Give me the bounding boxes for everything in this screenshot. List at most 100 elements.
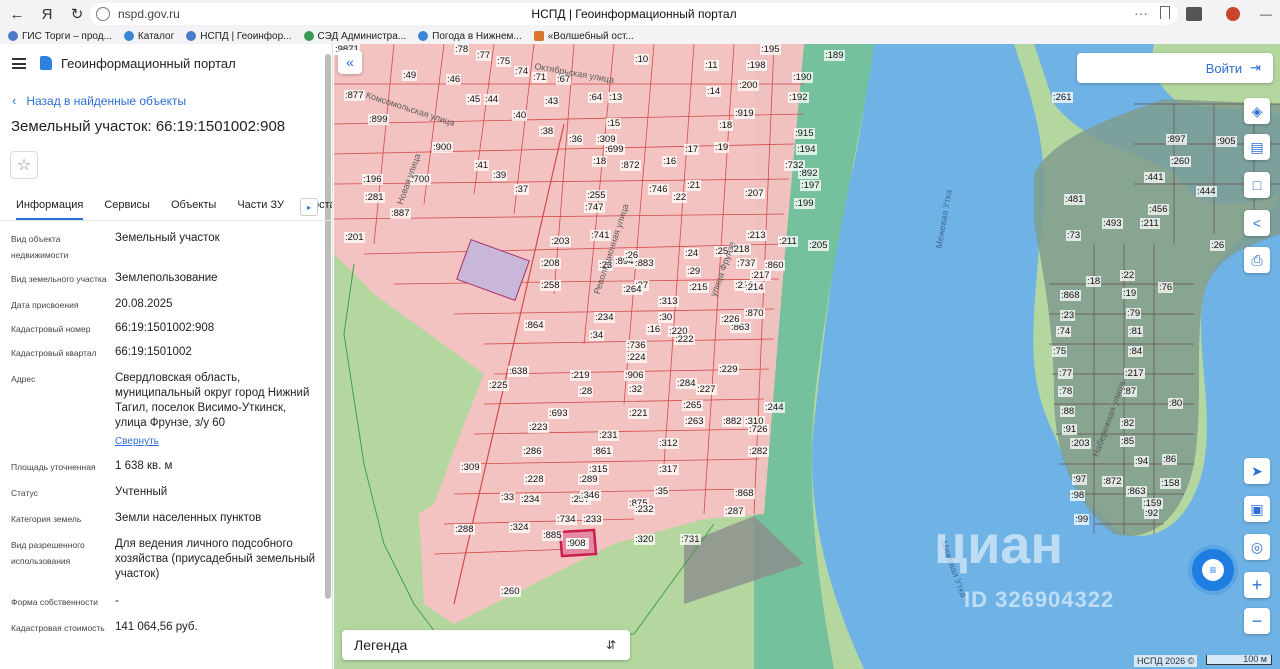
extensions-icon[interactable]	[1186, 7, 1202, 21]
parcel-label[interactable]: :737	[736, 258, 757, 269]
profile-icon[interactable]	[1226, 7, 1240, 21]
parcel-label[interactable]: :192	[788, 92, 809, 103]
back-nav-icon[interactable]: ←	[4, 2, 30, 26]
parcel-label[interactable]: :234	[520, 494, 541, 505]
parcel-label[interactable]: :88	[1060, 406, 1076, 417]
parcel-label[interactable]: :260	[1170, 156, 1191, 167]
parcel-label[interactable]: :79	[1126, 308, 1142, 319]
parcel-label[interactable]: :897	[1166, 134, 1187, 145]
parcel-label[interactable]: :309	[460, 462, 481, 473]
bookmark-item[interactable]: Погода в Нижнем...	[418, 31, 522, 42]
parcel-label[interactable]: :456	[1148, 204, 1169, 215]
collapse-address-link[interactable]: Свернуть	[115, 436, 159, 447]
parcel-label[interactable]: :232	[634, 504, 655, 515]
print-icon[interactable]: ⎙	[1244, 247, 1270, 273]
parcel-label[interactable]: :213	[746, 230, 767, 241]
parcel-label[interactable]: :205	[808, 240, 829, 251]
parcel-label[interactable]: :189	[824, 50, 845, 61]
bookmark-item[interactable]: «Волшебный ост...	[533, 31, 634, 42]
address-bar[interactable]: nspd.gov.ru НСПД | Геоинформационный пор…	[90, 3, 1178, 25]
parcel-label[interactable]: :229	[718, 364, 739, 375]
parcel-label[interactable]: :864	[524, 320, 545, 331]
parcel-label[interactable]: :282	[748, 446, 769, 457]
parcel-label[interactable]: :872	[620, 160, 641, 171]
parcel-label[interactable]: :746	[648, 184, 669, 195]
parcel-label[interactable]: :43	[544, 96, 560, 107]
parcel-label[interactable]: :211	[778, 236, 798, 247]
parcel-label[interactable]: :265	[682, 400, 703, 411]
parcel-label[interactable]: :693	[548, 408, 569, 419]
legend-select[interactable]: Легенда ⇵	[342, 630, 630, 660]
ruler-icon[interactable]: ▤	[1244, 134, 1270, 160]
parcel-label[interactable]: :317	[658, 464, 679, 475]
parcel-label[interactable]: :877	[344, 90, 365, 101]
parcel-label[interactable]: :97	[1072, 474, 1088, 485]
parcel-label[interactable]: :73	[1066, 230, 1082, 241]
parcel-label[interactable]: :24	[684, 248, 700, 259]
parcel-label[interactable]: :261	[1052, 92, 1073, 103]
parcel-label[interactable]: :734	[556, 514, 577, 525]
parcel-label[interactable]: :36	[568, 134, 584, 145]
parcel-label[interactable]: :78	[454, 44, 470, 55]
parcel-label[interactable]: :19	[714, 142, 730, 153]
parcel-label[interactable]: :84	[1128, 346, 1144, 357]
parcel-label[interactable]: :915	[794, 128, 815, 139]
favorite-star-icon[interactable]: ☆	[10, 151, 38, 179]
parcel-label[interactable]: :75	[1052, 346, 1068, 357]
parcel-label[interactable]: :18	[592, 156, 608, 167]
parcel-label[interactable]: :260	[500, 586, 521, 597]
parcel-label[interactable]: :199	[794, 198, 815, 209]
parcel-label[interactable]: :313	[658, 296, 679, 307]
parcel-label[interactable]: :860	[764, 260, 785, 271]
parcel-label[interactable]: :41	[474, 160, 490, 171]
parcel-label[interactable]: :263	[684, 416, 705, 427]
parcel-label[interactable]: :221	[628, 408, 649, 419]
parcel-label[interactable]: :203	[550, 236, 571, 247]
parcel-label[interactable]: :258	[540, 280, 561, 291]
parcel-label[interactable]: :244	[764, 402, 785, 413]
parcel-label[interactable]: :747	[584, 202, 605, 213]
parcel-label[interactable]: :441	[1144, 172, 1165, 183]
parcel-label[interactable]: :22	[672, 192, 688, 203]
parcel-label[interactable]: :76	[1158, 282, 1174, 293]
tab-objects[interactable]: Объекты	[171, 193, 216, 220]
parcel-label[interactable]: :45	[466, 94, 482, 105]
parcel-label[interactable]: :726	[748, 424, 769, 435]
parcel-label[interactable]: :217	[1124, 368, 1145, 379]
selected-parcel-label[interactable]: :908	[566, 538, 587, 549]
parcel-label[interactable]: :872	[1102, 476, 1123, 487]
parcel-label[interactable]: :37	[514, 184, 530, 195]
bookmark-icon[interactable]	[1160, 6, 1170, 19]
parcel-label[interactable]: :324	[509, 522, 530, 533]
more-icon[interactable]: ···	[1134, 5, 1148, 21]
minimize-icon[interactable]: —	[1252, 7, 1280, 21]
parcel-label[interactable]: :28	[578, 386, 594, 397]
parcel-label[interactable]: :207	[744, 188, 765, 199]
parcel-label[interactable]: :81	[1128, 326, 1144, 337]
tab-services[interactable]: Сервисы	[104, 193, 150, 220]
parcel-label[interactable]: :39	[492, 170, 508, 181]
parcel-label[interactable]: :85	[1120, 436, 1136, 447]
parcel-label[interactable]: :13	[608, 92, 624, 103]
parcel-label[interactable]: :92	[1144, 508, 1160, 519]
share-icon[interactable]: <	[1244, 210, 1270, 236]
cadastral-map[interactable]: :78:77:75:74:71:67:10:195:189:877:49:46:…	[334, 44, 1280, 669]
parcel-label[interactable]: :215	[688, 282, 709, 293]
parcel-label[interactable]: :493	[1102, 218, 1123, 229]
parcel-label[interactable]: :868	[1060, 290, 1081, 301]
parcel-label[interactable]: :197	[800, 180, 821, 191]
parcel-label[interactable]: :211	[1140, 218, 1160, 229]
parcel-label[interactable]: :78	[1058, 386, 1074, 397]
parcel-label[interactable]: :26	[1210, 240, 1226, 251]
parcel-label[interactable]: :17	[684, 144, 700, 155]
layers-icon[interactable]: ◈	[1244, 98, 1270, 124]
parcel-label[interactable]: :64	[588, 92, 604, 103]
parcel-label[interactable]: :22	[1120, 270, 1136, 281]
collapse-panel-icon[interactable]: «	[338, 50, 362, 74]
tabs-next-icon[interactable]: ▸	[300, 198, 318, 216]
panel-scrollbar[interactable]	[325, 54, 331, 599]
parcel-label[interactable]: :284	[676, 378, 697, 389]
menu-icon[interactable]	[12, 57, 26, 69]
parcel-label[interactable]: :892	[798, 168, 819, 179]
parcel-label[interactable]: :40	[512, 110, 528, 121]
